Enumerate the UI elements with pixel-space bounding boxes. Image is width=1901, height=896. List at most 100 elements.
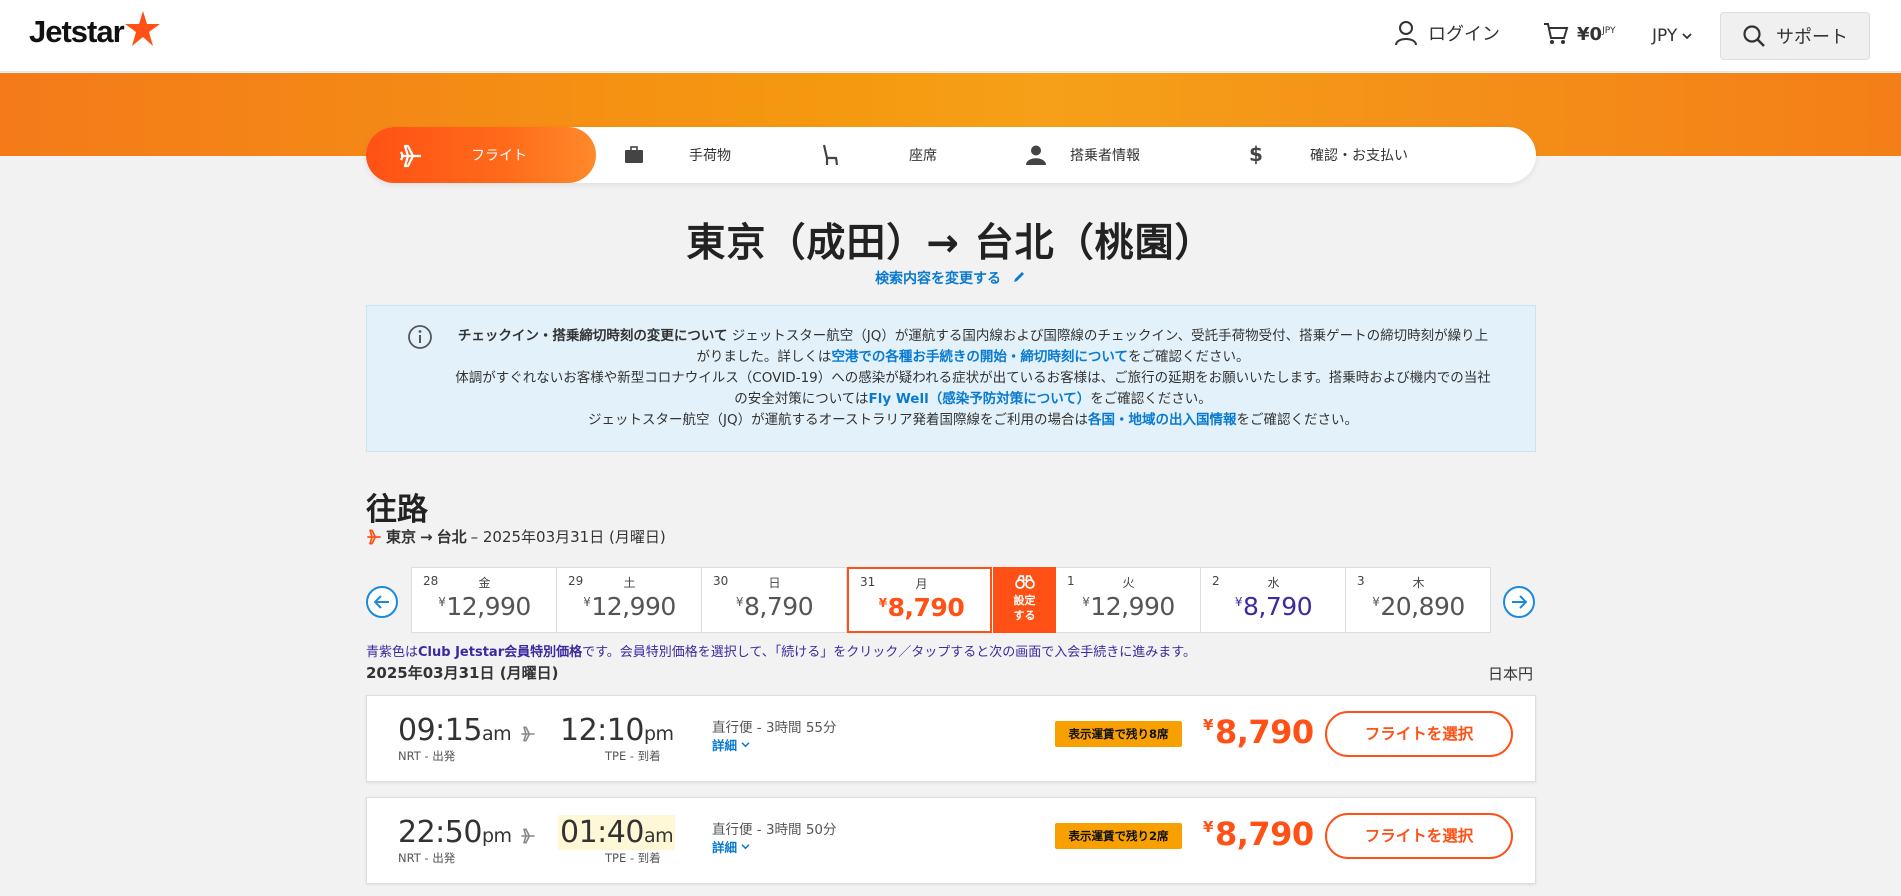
yen-symbol: ¥	[438, 595, 446, 609]
price-watch-label-1: 設定	[1013, 594, 1036, 607]
flight-price-value: 8,790	[1214, 713, 1314, 751]
member-price-note: 青紫色はClub Jetstar会員特別価格です。会員特別価格を選択して、「続け…	[366, 641, 1196, 660]
support-button[interactable]: サポート	[1720, 12, 1870, 60]
date-option[interactable]: 3 木 ¥20,890	[1346, 568, 1491, 632]
select-flight-button[interactable]: フライトを選択	[1325, 711, 1513, 757]
details-toggle[interactable]: 詳細	[712, 735, 750, 754]
date-option[interactable]: 30 日 ¥8,790	[702, 568, 847, 632]
date-weekday: 月	[915, 577, 928, 591]
departure-time: 09:15am	[398, 713, 512, 748]
arrival-ampm: am	[643, 825, 674, 847]
details-toggle[interactable]: 詳細	[712, 837, 750, 856]
selected-date: 2025年03月31日 (月曜日)	[366, 664, 559, 682]
cart-currency: JPY	[1602, 25, 1616, 36]
departure-time-value: 09:15	[398, 713, 482, 748]
date-selector: 28 金 ¥12,990 29 土 ¥12,990 30 日 ¥8,790 31…	[411, 567, 1491, 633]
step-flight-label: フライト	[471, 148, 527, 164]
yen-symbol: ¥	[1082, 595, 1090, 609]
step-payment[interactable]: $ 確認・お支払い	[1216, 127, 1536, 183]
date-option[interactable]: 2 水 ¥8,790	[1201, 568, 1346, 632]
date-price-value: 20,890	[1380, 592, 1465, 621]
flight-price-value: 8,790	[1214, 815, 1314, 853]
date-weekday: 木	[1412, 576, 1425, 590]
date-option[interactable]: 29 土 ¥12,990	[557, 568, 702, 632]
outbound-title: 往路	[366, 492, 428, 528]
entry-info-link[interactable]: 各国・地域の出入国情報	[1088, 412, 1237, 428]
luggage-icon	[625, 146, 643, 163]
seats-left-badge: 表示運賃で残り8席	[1055, 721, 1182, 747]
step-passenger[interactable]: 搭乗者情報	[996, 127, 1216, 183]
outbound-date: – 2025年03月31日 (月曜日)	[470, 528, 666, 546]
search-icon	[1743, 25, 1765, 47]
departure-time-value: 22:50	[398, 815, 482, 850]
member-note-pre: 青紫色は	[366, 645, 419, 660]
date-price: ¥8,790	[1201, 592, 1346, 621]
date-price: ¥12,990	[1056, 592, 1201, 621]
logo-text: Jetstar	[29, 14, 125, 49]
price-watch-label-2: する	[1013, 609, 1036, 622]
outbound-to: 台北	[436, 528, 467, 546]
flight-duration: 直行便 - 3時間 55分	[712, 720, 837, 736]
departure-label: NRT - 出発	[398, 749, 456, 763]
arrival-label: TPE - 到着	[605, 851, 661, 865]
info-notice: チェックイン・搭乗締切時刻の変更について ジェットスター航空（JQ）が運航する国…	[366, 305, 1536, 452]
arrow-right-icon	[1512, 595, 1527, 609]
info-paragraph-covid: 体調がすぐれないお客様や新型コロナウイルス（COVID-19）への感染が疑われる…	[453, 368, 1493, 410]
jetstar-logo[interactable]: Jetstar	[29, 11, 161, 50]
currency-note: 日本円	[1488, 665, 1534, 683]
airplane-icon	[521, 726, 535, 742]
details-label: 詳細	[712, 738, 738, 753]
step-flight[interactable]: フライト	[366, 127, 596, 183]
date-weekday: 水	[1267, 576, 1280, 590]
seats-left-badge: 表示運賃で残り2席	[1055, 823, 1182, 849]
login-button[interactable]: ログイン	[1394, 20, 1500, 46]
date-price-value: 12,990	[1090, 592, 1175, 621]
date-price: ¥8,790	[849, 593, 994, 622]
date-price-value: 8,790	[744, 592, 814, 621]
date-weekday: 火	[1122, 576, 1135, 590]
seat-icon	[822, 144, 839, 166]
user-icon	[1395, 21, 1417, 46]
info-p1-end: をご確認ください。	[1128, 349, 1250, 365]
date-option-selected[interactable]: 31 月 ¥8,790	[847, 567, 992, 633]
member-note-post: です。会員特別価格を選択して、「続ける」をクリック／タップすると次の画面で入会手…	[582, 645, 1196, 660]
step-baggage[interactable]: 手荷物	[596, 127, 796, 183]
departure-label: NRT - 出発	[398, 851, 456, 865]
date-price-value: 8,790	[887, 593, 965, 622]
cart-amount: ¥0 JPY	[1577, 24, 1615, 45]
login-label: ログイン	[1428, 24, 1500, 45]
arrival-ampm: pm	[643, 723, 674, 745]
yen-symbol: ¥	[1234, 595, 1243, 609]
departure-ampm: am	[481, 723, 512, 745]
info-paragraph-checkin: チェックイン・搭乗締切時刻の変更について ジェットスター航空（JQ）が運航する国…	[453, 326, 1493, 368]
checkin-times-link[interactable]: 空港での各種お手続きの開始・締切時刻について	[831, 349, 1128, 365]
step-seat[interactable]: 座席	[796, 127, 996, 183]
date-price-value: 12,990	[446, 592, 531, 621]
date-price: ¥20,890	[1346, 592, 1491, 621]
date-option[interactable]: 28 金 ¥12,990	[412, 568, 557, 632]
yen-symbol: ¥	[735, 595, 744, 609]
chevron-down-icon	[741, 844, 750, 850]
yen-symbol: ¥	[1372, 595, 1380, 609]
yen-symbol: ¥	[1203, 716, 1213, 734]
step-payment-label: 確認・お支払い	[1310, 148, 1408, 164]
currency-selector[interactable]: JPY	[1652, 26, 1692, 46]
price-watch-button[interactable]: 設定 する	[993, 567, 1056, 633]
departure-ampm: pm	[481, 825, 512, 847]
fly-well-link[interactable]: Fly Well（感染予防対策について）	[869, 391, 1091, 407]
info-p2-end: をご確認ください。	[1090, 391, 1212, 407]
next-dates-button[interactable]	[1503, 586, 1535, 618]
date-price-value: 8,790	[1243, 592, 1313, 621]
outbound-subtitle: 東京 → 台北 – 2025年03月31日 (月曜日)	[366, 526, 666, 547]
arrow-left-icon	[374, 595, 389, 609]
date-option[interactable]: 1 火 ¥12,990	[1056, 568, 1201, 632]
info-p3-end: をご確認ください。	[1236, 412, 1358, 428]
flight-duration: 直行便 - 3時間 50分	[712, 822, 837, 838]
cart-button[interactable]: ¥0 JPY	[1543, 22, 1615, 46]
booking-steps: フライト 手荷物 座席 搭乗者情報 $ 確認・お支払い	[366, 127, 1536, 183]
date-price-value: 12,990	[591, 592, 676, 621]
select-flight-button[interactable]: フライトを選択	[1325, 813, 1513, 859]
airplane-icon	[367, 528, 381, 545]
prev-dates-button[interactable]	[366, 586, 398, 618]
change-search-link[interactable]: 検索内容を変更する	[0, 268, 1901, 288]
